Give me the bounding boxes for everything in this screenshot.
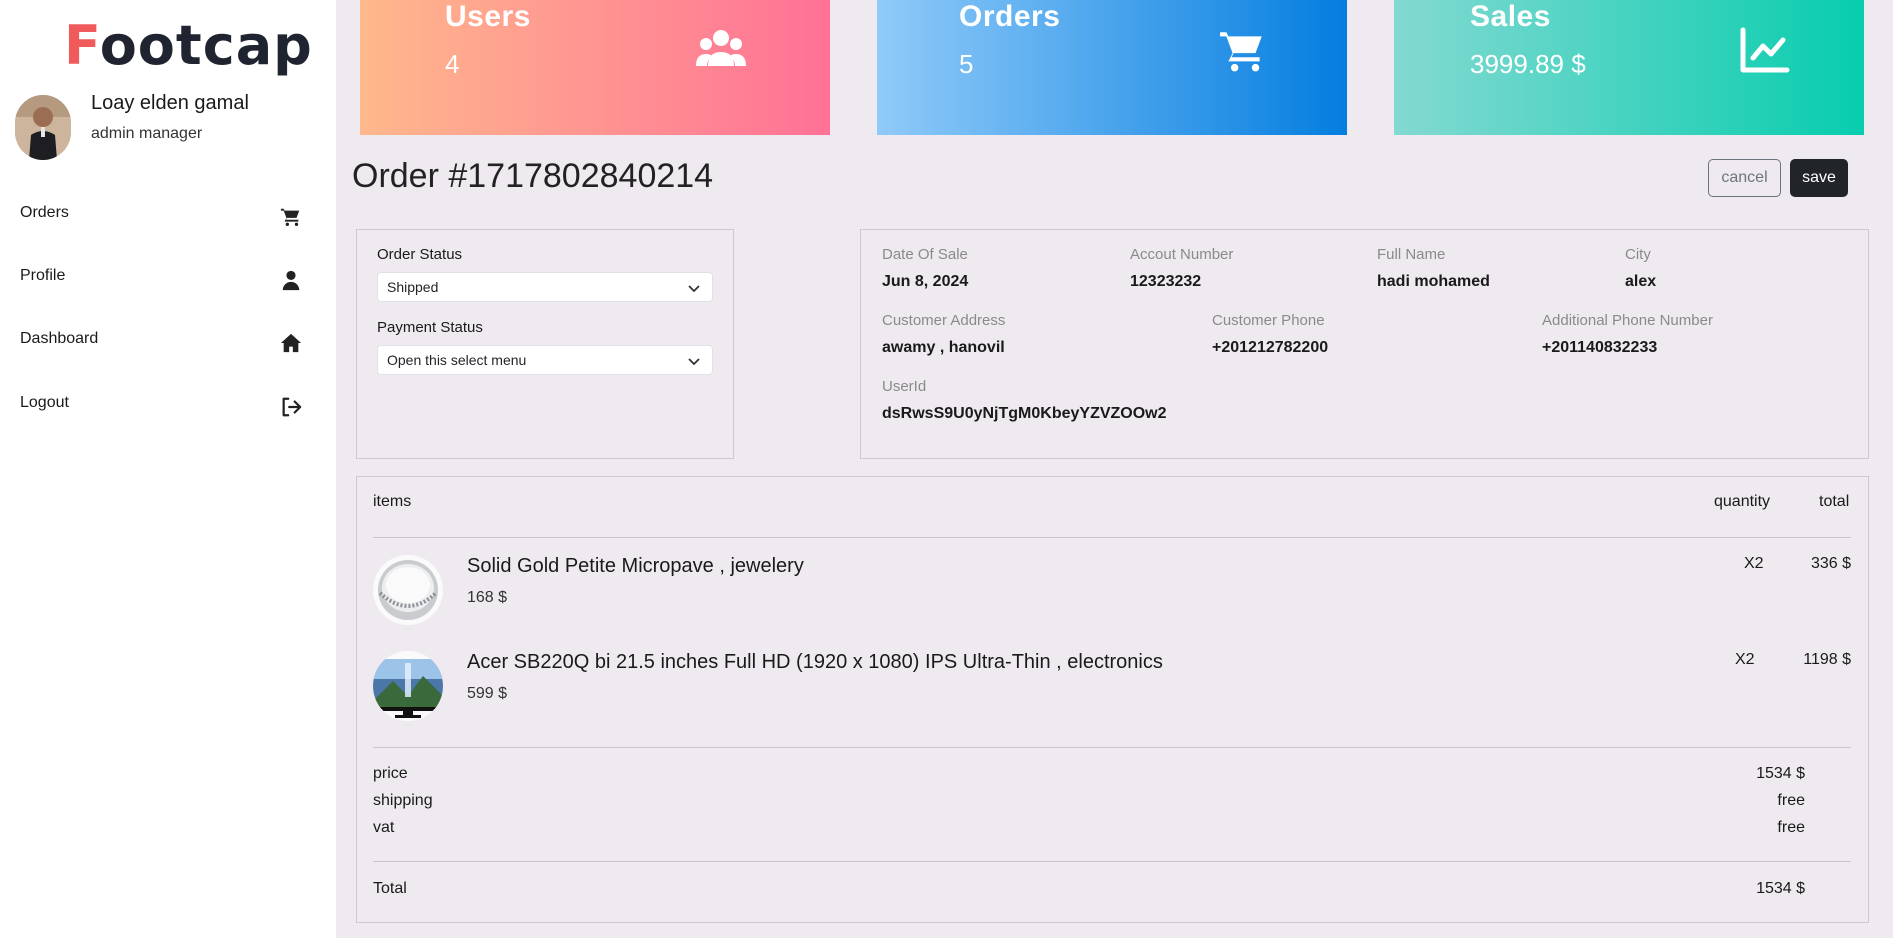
sidebar-item-label: Logout: [20, 394, 69, 411]
sidebar-item-dashboard[interactable]: Dashboard: [0, 322, 310, 362]
divider: [373, 537, 1851, 538]
additional-phone-value: +201140832233: [1542, 339, 1658, 356]
city-label: City: [1625, 246, 1651, 263]
stat-title: Orders: [959, 0, 1061, 33]
date-of-sale-label: Date Of Sale: [882, 246, 968, 263]
full-name-value: hadi mohamed: [1377, 273, 1490, 290]
total-header: total: [1819, 493, 1850, 510]
divider: [373, 747, 1851, 748]
order-items-panel: items quantity total Solid Gold Petite M…: [356, 476, 1869, 923]
sidebar-item-profile[interactable]: Profile: [0, 259, 310, 299]
payment-status-select[interactable]: Open this select menu: [377, 345, 713, 375]
vat-value: free: [1777, 819, 1805, 836]
status-panel: Order Status Shipped Payment Status Open…: [356, 229, 734, 459]
sidebar-item-logout[interactable]: Logout: [0, 386, 310, 426]
user-icon: [280, 269, 302, 291]
sidebar-item-orders[interactable]: Orders: [0, 196, 310, 236]
product-image-ring: [373, 555, 443, 625]
stat-value: 5: [959, 49, 974, 79]
chevron-down-icon: [688, 354, 700, 366]
order-status-select[interactable]: Shipped: [377, 272, 713, 302]
stat-title: Sales: [1470, 0, 1551, 33]
user-name: Loay elden gamal: [91, 92, 249, 114]
userid-label: UserId: [882, 378, 927, 395]
item-total: 1198 $: [1803, 651, 1851, 668]
page-title: Order #1717802840214: [352, 157, 714, 195]
payment-status-label: Payment Status: [377, 319, 483, 336]
order-status-value: Shipped: [387, 279, 439, 295]
price-value: 1534 $: [1756, 765, 1805, 782]
chevron-down-icon: [688, 281, 700, 293]
stat-value: 4: [445, 49, 460, 79]
product-image-monitor: [373, 651, 443, 721]
item-price: 599 $: [467, 685, 508, 702]
logo-first-letter: F: [64, 14, 100, 77]
cart-icon: [280, 206, 302, 228]
stat-card-sales: Sales 3999.89 $: [1394, 0, 1864, 135]
customer-phone-value: +201212782200: [1212, 339, 1329, 356]
additional-phone-label: Additional Phone Number: [1542, 312, 1713, 329]
price-label: price: [373, 765, 408, 782]
divider: [373, 861, 1851, 862]
item-total: 336 $: [1810, 555, 1851, 572]
sidebar: Footcap Loay elden gamal admin manager O…: [0, 0, 336, 938]
stat-card-orders: Orders 5: [877, 0, 1347, 135]
sidebar-item-label: Orders: [20, 204, 69, 221]
users-icon: [695, 26, 747, 76]
customer-info-panel: Date Of Sale Jun 8, 2024 Accout Number 1…: [860, 229, 1869, 459]
home-icon: [280, 332, 302, 354]
date-of-sale-value: Jun 8, 2024: [882, 273, 969, 290]
stat-title: Users: [445, 0, 531, 33]
item-quantity: X2: [1735, 651, 1755, 668]
item-name: Solid Gold Petite Micropave , jewelery: [467, 555, 804, 577]
cancel-button[interactable]: cancel: [1708, 159, 1781, 197]
shipping-value: free: [1777, 792, 1805, 809]
account-number-label: Accout Number: [1130, 246, 1234, 263]
cart-icon: [1217, 26, 1269, 76]
customer-phone-label: Customer Phone: [1212, 312, 1325, 329]
avatar: [15, 95, 71, 160]
sidebar-item-label: Profile: [20, 267, 66, 284]
city-value: alex: [1625, 273, 1657, 290]
grand-total-label: Total: [373, 880, 407, 897]
grand-total-value: 1534 $: [1756, 880, 1805, 897]
chart-line-icon: [1739, 26, 1791, 76]
stat-card-users: Users 4: [360, 0, 830, 135]
scrollbar[interactable]: [1865, 0, 1875, 135]
payment-status-value: Open this select menu: [387, 352, 527, 368]
userid-value: dsRwsS9U0yNjTgM0KbeyYZVZOOw2: [882, 405, 1167, 422]
item-price: 168 $: [467, 589, 508, 606]
item-name: Acer SB220Q bi 21.5 inches Full HD (1920…: [467, 651, 1163, 673]
shipping-label: shipping: [373, 792, 433, 809]
logout-icon: [280, 396, 302, 418]
full-name-label: Full Name: [1377, 246, 1446, 263]
customer-address-label: Customer Address: [882, 312, 1006, 329]
quantity-header: quantity: [1714, 493, 1771, 510]
vat-label: vat: [373, 819, 395, 836]
customer-address-value: awamy , hanovil: [882, 339, 1005, 356]
account-number-value: 12323232: [1130, 273, 1202, 290]
sidebar-item-label: Dashboard: [20, 330, 99, 347]
item-quantity: X2: [1744, 555, 1764, 572]
order-status-label: Order Status: [377, 246, 463, 263]
logo-text: ootcap: [99, 14, 313, 77]
user-role: admin manager: [91, 125, 203, 142]
save-button[interactable]: save: [1790, 159, 1848, 197]
app-logo[interactable]: Footcap: [64, 14, 313, 77]
stat-value: 3999.89 $: [1470, 49, 1586, 79]
items-header: items: [373, 493, 412, 510]
